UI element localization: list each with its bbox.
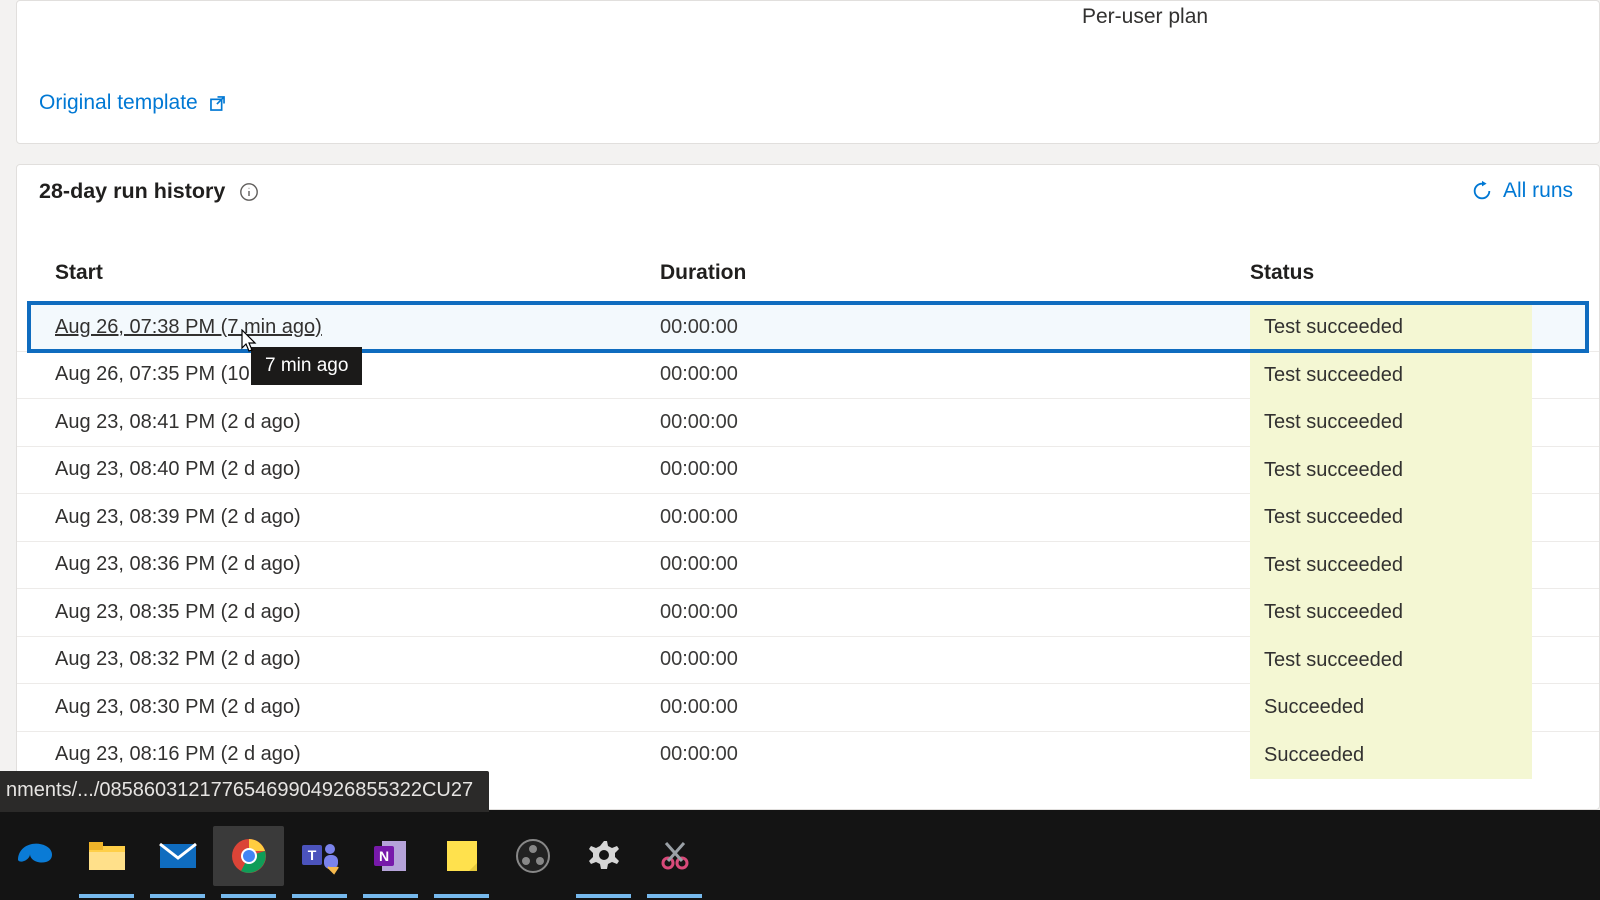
run-start-link[interactable]: Aug 23, 08:30 PM (2 d ago) (55, 696, 660, 719)
run-history-header: 28-day run history All runs (17, 165, 1599, 214)
gear-icon (585, 837, 623, 875)
taskbar-sticky-notes[interactable] (426, 826, 497, 886)
table-row[interactable]: Aug 23, 08:41 PM (2 d ago) 00:00:00 Test… (17, 398, 1599, 446)
status-badge: Test succeeded (1250, 541, 1532, 589)
run-start-link[interactable]: Aug 23, 08:35 PM (2 d ago) (55, 601, 660, 624)
run-start-link[interactable]: Aug 26, 07:38 PM (7 min ago) (55, 316, 322, 338)
table-row[interactable]: Aug 23, 08:36 PM (2 d ago) 00:00:00 Test… (17, 541, 1599, 589)
taskbar-chrome[interactable] (213, 826, 284, 886)
open-in-new-icon (208, 94, 227, 113)
sticky-notes-icon (444, 838, 480, 874)
col-header-start[interactable]: Start (55, 261, 660, 285)
snip-icon (656, 837, 694, 875)
table-row[interactable]: Aug 23, 08:30 PM (2 d ago) 00:00:00 Succ… (17, 683, 1599, 731)
onenote-icon: N (372, 837, 410, 875)
teams-icon: T (300, 837, 340, 875)
run-duration: 00:00:00 (660, 363, 1250, 386)
browser-status-bar: nments/.../08586031217765469904926855322… (0, 771, 489, 812)
status-badge: Test succeeded (1250, 398, 1532, 446)
folder-icon (88, 840, 126, 872)
run-duration: 00:00:00 (660, 316, 1250, 339)
plan-label: Per-user plan (1082, 5, 1208, 29)
refresh-icon (1471, 180, 1493, 202)
taskbar-edge[interactable] (0, 826, 71, 886)
status-badge: Succeeded (1250, 683, 1532, 731)
svg-text:T: T (307, 847, 316, 863)
run-start-link[interactable]: Aug 23, 08:39 PM (2 d ago) (55, 506, 660, 529)
original-template-link[interactable]: Original template (39, 91, 227, 115)
col-header-status[interactable]: Status (1250, 261, 1599, 285)
table-header-row: Start Duration Status (17, 243, 1599, 303)
run-start-link[interactable]: Aug 23, 08:40 PM (2 d ago) (55, 458, 660, 481)
windows-taskbar[interactable]: T N (0, 810, 1600, 900)
taskbar-settings[interactable] (568, 826, 639, 886)
run-duration: 00:00:00 (660, 553, 1250, 576)
edge-icon (16, 836, 56, 876)
status-badge: Test succeeded (1250, 493, 1532, 541)
taskbar-onenote[interactable]: N (355, 826, 426, 886)
status-badge: Succeeded (1250, 731, 1532, 779)
status-badge: Test succeeded (1250, 636, 1532, 684)
run-duration: 00:00:00 (660, 506, 1250, 529)
taskbar-mail[interactable] (142, 826, 213, 886)
status-badge: Test succeeded (1250, 446, 1532, 494)
all-runs-link[interactable]: All runs (1471, 179, 1573, 203)
status-badge: Test succeeded (1250, 588, 1532, 636)
table-row[interactable]: Aug 23, 08:40 PM (2 d ago) 00:00:00 Test… (17, 446, 1599, 494)
run-history-title: 28-day run history (39, 179, 225, 204)
taskbar-teams[interactable]: T (284, 826, 355, 886)
run-history-table: Start Duration Status Aug 26, 07:38 PM (… (17, 243, 1599, 778)
col-header-duration[interactable]: Duration (660, 261, 1250, 285)
table-row[interactable]: Aug 26, 07:38 PM (7 min ago) 00:00:00 Te… (29, 303, 1587, 351)
table-row[interactable]: Aug 23, 08:39 PM (2 d ago) 00:00:00 Test… (17, 493, 1599, 541)
mail-icon (158, 840, 198, 872)
status-badge: Test succeeded (1250, 351, 1532, 399)
status-badge: Test succeeded (1250, 303, 1532, 351)
run-start-link[interactable]: Aug 23, 08:16 PM (2 d ago) (55, 743, 660, 766)
timestamp-tooltip: 7 min ago (251, 347, 362, 385)
run-duration: 00:00:00 (660, 411, 1250, 434)
table-row[interactable]: Aug 23, 08:35 PM (2 d ago) 00:00:00 Test… (17, 588, 1599, 636)
run-duration: 00:00:00 (660, 648, 1250, 671)
run-duration: 00:00:00 (660, 743, 1250, 766)
table-row[interactable]: Aug 23, 08:32 PM (2 d ago) 00:00:00 Test… (17, 636, 1599, 684)
taskbar-snip[interactable] (639, 826, 710, 886)
run-start-link[interactable]: Aug 23, 08:41 PM (2 d ago) (55, 411, 660, 434)
obs-icon (514, 837, 552, 875)
flow-details-card: Per-user plan Original template (16, 0, 1600, 144)
run-history-card: 28-day run history All runs Start Durat (16, 164, 1600, 810)
run-start-link[interactable]: Aug 23, 08:32 PM (2 d ago) (55, 648, 660, 671)
original-template-label: Original template (39, 91, 198, 115)
all-runs-label: All runs (1503, 179, 1573, 203)
chrome-icon (230, 837, 268, 875)
run-duration: 00:00:00 (660, 601, 1250, 624)
info-icon[interactable] (239, 182, 259, 202)
svg-text:N: N (378, 848, 388, 864)
run-start-link[interactable]: Aug 23, 08:36 PM (2 d ago) (55, 553, 660, 576)
taskbar-file-explorer[interactable] (71, 826, 142, 886)
run-duration: 00:00:00 (660, 458, 1250, 481)
run-duration: 00:00:00 (660, 696, 1250, 719)
taskbar-obs[interactable] (497, 826, 568, 886)
